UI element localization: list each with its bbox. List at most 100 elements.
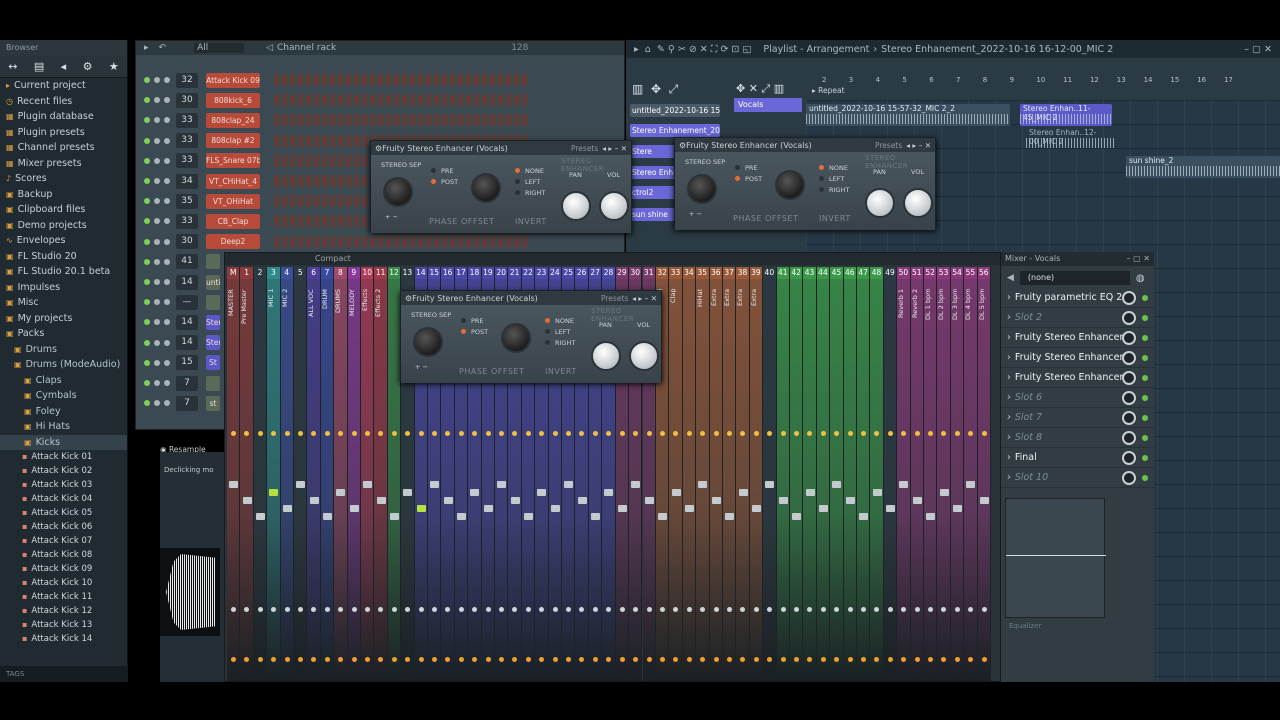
step[interactable] — [290, 74, 296, 86]
step[interactable] — [482, 235, 488, 248]
send-knob[interactable] — [619, 607, 625, 612]
track-active-led[interactable] — [673, 431, 679, 436]
mixer-track[interactable]: 41 — [776, 267, 790, 681]
step[interactable] — [314, 175, 320, 187]
track-active-led[interactable] — [365, 431, 371, 436]
track-active-led[interactable] — [378, 431, 384, 436]
step[interactable] — [378, 74, 384, 86]
track-active-led[interactable] — [633, 431, 639, 436]
channel-mute-leds[interactable] — [136, 258, 172, 265]
step[interactable] — [330, 74, 336, 86]
route-knob[interactable] — [793, 657, 799, 662]
step[interactable] — [386, 94, 392, 107]
step[interactable] — [290, 195, 296, 208]
step[interactable] — [490, 94, 496, 107]
slot-mix-knob[interactable] — [1122, 330, 1136, 345]
send-knob[interactable] — [927, 607, 933, 612]
channel-name-button[interactable]: St — [206, 355, 220, 371]
vol-knob[interactable] — [599, 191, 629, 221]
slot-enable-led[interactable] — [1142, 314, 1148, 321]
browser-sample-item[interactable]: ▪ Attack Kick 02 — [0, 464, 127, 478]
vol-knob[interactable] — [903, 188, 933, 218]
mixer-track[interactable]: 8 DRUMS — [334, 267, 348, 681]
mixer-track[interactable]: 10 Effects — [361, 267, 375, 681]
track-active-led[interactable] — [659, 431, 665, 436]
route-knob[interactable] — [592, 657, 598, 662]
channel-name-button[interactable]: Ster — [206, 314, 220, 330]
effect-slot[interactable]: › Slot 2 — [1001, 308, 1154, 328]
step[interactable] — [282, 94, 288, 107]
step[interactable] — [386, 74, 392, 86]
mute-led[interactable] — [144, 319, 150, 326]
mute-led[interactable] — [144, 279, 150, 285]
browser-pack-item[interactable]: ▣ Foley — [0, 404, 127, 420]
step[interactable] — [442, 94, 448, 107]
send-knob[interactable] — [914, 607, 920, 612]
step[interactable] — [282, 134, 288, 147]
step[interactable] — [426, 74, 432, 86]
mixer-track[interactable]: 38 Extra — [736, 267, 750, 681]
step[interactable] — [386, 235, 392, 248]
step[interactable] — [354, 235, 360, 248]
step[interactable] — [322, 154, 328, 167]
effect-slot[interactable]: › Slot 6 — [1001, 388, 1154, 408]
browser-item[interactable]: ▣ My projects — [0, 311, 127, 327]
slot-enable-led[interactable] — [1142, 334, 1148, 341]
step[interactable] — [322, 134, 328, 147]
step[interactable] — [410, 114, 416, 127]
volume-fader[interactable] — [684, 505, 694, 512]
step[interactable] — [314, 235, 320, 248]
mute-led[interactable] — [144, 157, 150, 164]
step[interactable] — [306, 94, 312, 107]
step[interactable] — [354, 215, 360, 228]
step[interactable] — [346, 154, 352, 167]
channel-name-button[interactable] — [206, 294, 220, 310]
route-knob[interactable] — [432, 657, 438, 662]
volume-fader[interactable] — [885, 505, 895, 512]
step[interactable] — [314, 74, 320, 86]
track-active-led[interactable] — [566, 431, 572, 436]
track-active-led[interactable] — [298, 431, 304, 436]
step[interactable] — [282, 175, 288, 187]
track-active-led[interactable] — [914, 431, 920, 436]
mute-led[interactable] — [144, 77, 150, 83]
send-knob[interactable] — [968, 607, 974, 612]
volume-fader[interactable] — [483, 505, 493, 512]
send-knob[interactable] — [485, 607, 491, 612]
track-active-led[interactable] — [525, 431, 531, 436]
route-knob[interactable] — [512, 657, 518, 662]
piano-icon[interactable]: ▥ ✥ ⤢ — [632, 82, 678, 97]
window-controls[interactable]: – ▢ ✕ — [1244, 44, 1272, 55]
send-knob[interactable] — [284, 607, 290, 612]
send-knob[interactable] — [874, 607, 880, 612]
volume-fader[interactable] — [363, 481, 373, 488]
volume-fader[interactable] — [416, 505, 426, 512]
step[interactable] — [522, 235, 528, 248]
vol-knob[interactable] — [629, 341, 659, 371]
plugin-window-controls[interactable]: ◂ ▸ – ✕ — [602, 144, 627, 153]
browser-sample-item[interactable]: ▪ Attack Kick 14 — [0, 632, 127, 646]
step[interactable] — [506, 235, 512, 248]
route-knob[interactable] — [807, 657, 813, 662]
route-knob[interactable] — [686, 657, 692, 662]
step[interactable] — [298, 215, 304, 228]
step[interactable] — [274, 114, 280, 127]
volume-fader[interactable] — [671, 489, 681, 496]
mixer-track[interactable]: 48 — [870, 267, 884, 681]
mixer-track[interactable]: 43 — [803, 267, 817, 681]
step[interactable] — [322, 94, 328, 107]
step[interactable] — [474, 235, 480, 248]
mixer-track[interactable]: 46 — [843, 267, 857, 681]
send-knob[interactable] — [365, 607, 371, 612]
send-knob[interactable] — [338, 607, 344, 612]
route-knob[interactable] — [525, 657, 531, 662]
browser-sample-item[interactable]: ▪ Attack Kick 05 — [0, 506, 127, 520]
step[interactable] — [514, 114, 520, 127]
channel-name-button[interactable]: unti — [206, 274, 220, 290]
mute-led[interactable] — [144, 299, 150, 306]
step[interactable] — [338, 134, 344, 147]
send-knob[interactable] — [472, 607, 478, 612]
step[interactable] — [482, 114, 488, 127]
mute-led[interactable] — [164, 400, 170, 407]
volume-fader[interactable] — [631, 481, 641, 488]
